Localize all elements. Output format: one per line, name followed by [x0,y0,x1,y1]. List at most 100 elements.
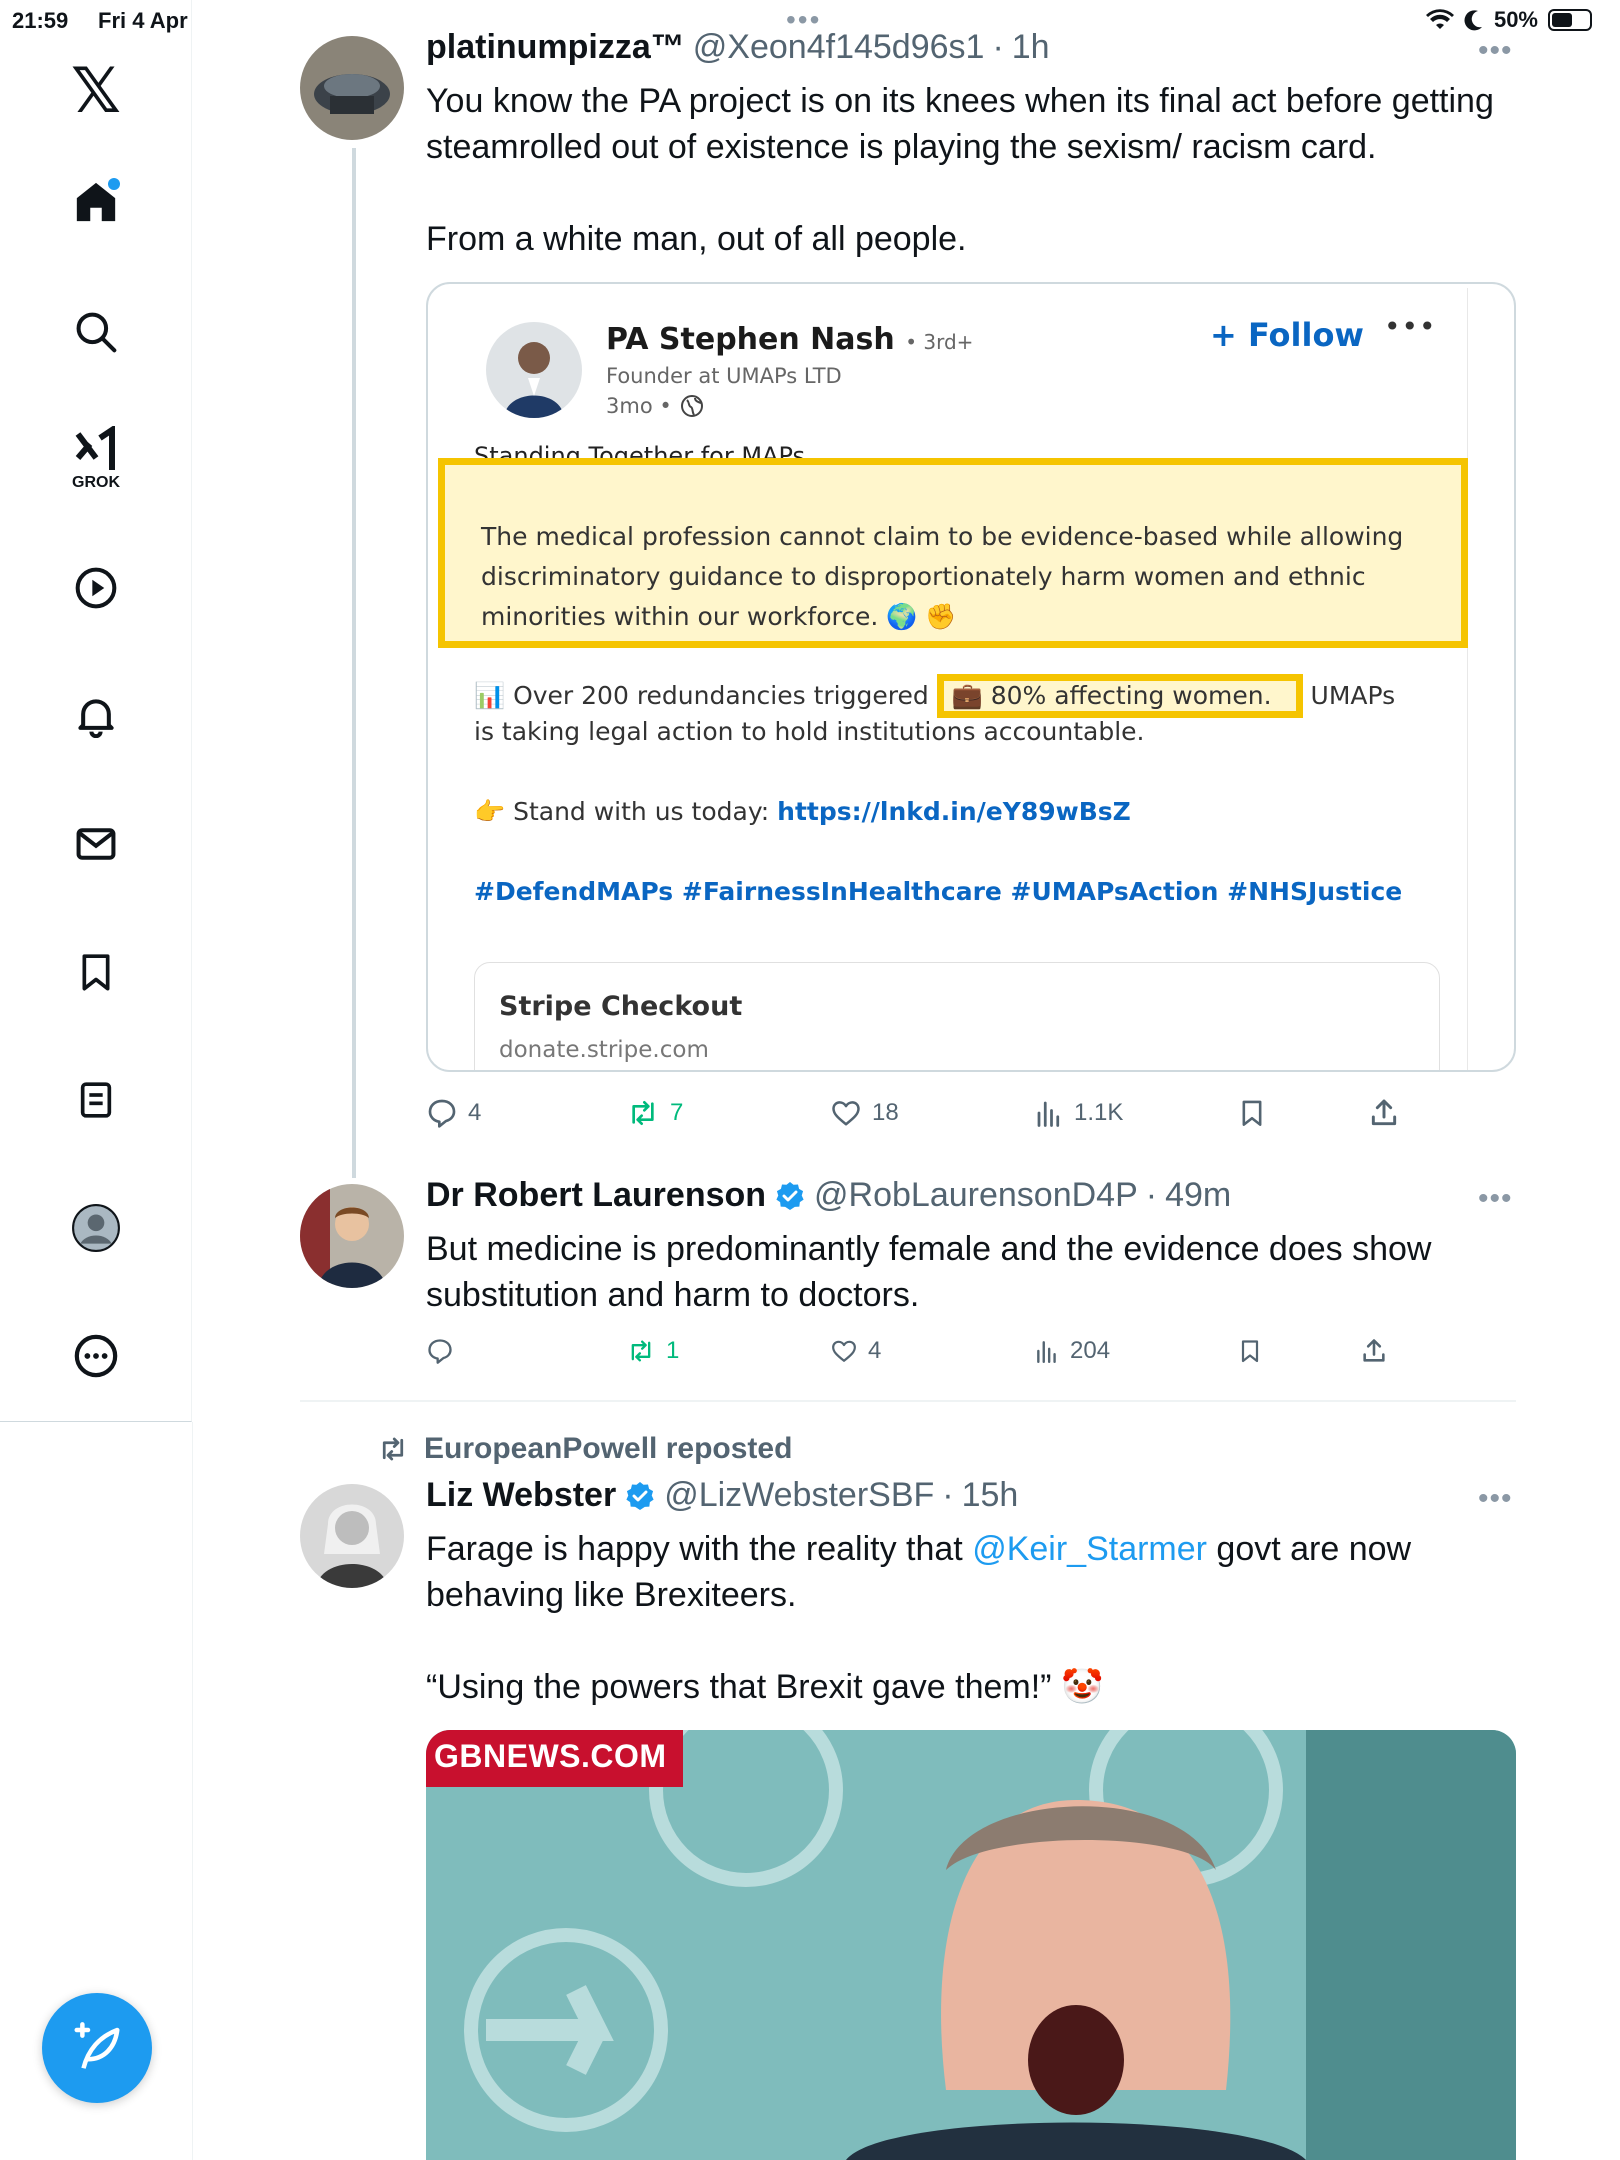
globe-icon [680,395,703,417]
sidebar-item-bookmarks[interactable] [66,942,126,1002]
reply-icon [428,1099,456,1128]
more-circle-icon [74,1334,118,1378]
views-button[interactable]: 204 [1034,1331,1110,1371]
notification-dot [108,178,120,190]
gbnews-photo [426,1730,1516,2160]
highlighted-text: The medical profession cannot claim to b… [481,522,1404,631]
bookmark-icon [82,954,110,991]
tweet-time[interactable]: 49m [1165,1176,1231,1215]
tweet-media-image[interactable]: GBNEWS.COM [426,1730,1516,2160]
reply-button[interactable] [426,1331,464,1371]
sidebar-item-home[interactable] [66,172,126,232]
like-count: 4 [868,1337,882,1364]
sidebar-item-explore[interactable] [66,302,126,362]
display-name[interactable]: Liz Webster [426,1476,616,1515]
tweet-text-line: You know the PA project is on its knees … [426,82,1494,120]
moon-icon [1464,10,1482,31]
sidebar-item-lists[interactable] [66,1070,126,1130]
grok-icon [75,426,115,470]
sidebar-border [192,1422,193,2160]
tweet-time[interactable]: 1h [1012,28,1050,67]
linkedin-more-icon: ••• [1384,310,1437,343]
bookmark-button[interactable] [1238,1093,1266,1133]
tweet-media-image[interactable]: PA Stephen Nash • 3rd+ Founder at UMAPs … [426,282,1516,1072]
handle[interactable]: @LizWebsterSBF [664,1476,934,1515]
heart-icon [832,1101,860,1126]
bell-icon [78,699,114,738]
stripe-link-preview: Stripe Checkout donate.stripe.com [474,962,1440,1070]
tweet-text: But medicine is predominantly female and… [426,1226,1516,1318]
linkedin-post-time: 3mo • [606,394,704,418]
like-button[interactable]: 18 [830,1093,899,1133]
more-options-icon[interactable]: ••• [1478,34,1513,68]
sidebar-item-notifications[interactable] [66,686,126,746]
linkedin-stand-line: 👉 Stand with us today: https://lnkd.in/e… [474,797,1131,826]
sidebar-item-grok[interactable]: GROK [66,420,126,491]
display-name[interactable]: Dr Robert Laurenson [426,1176,766,1215]
verified-badge-icon [776,1181,804,1210]
more-options-icon[interactable]: ••• [1478,1482,1513,1516]
sidebar-item-video[interactable] [66,558,126,618]
tweet-actions: 4 7 18 1.1K [426,1093,1436,1133]
linkedin-body-line: is taking legal action to hold instituti… [474,717,1145,746]
sidebar-item-messages[interactable] [66,814,126,874]
handle[interactable]: @Xeon4f145d96s1 [693,28,985,67]
linkedin-degree: • 3rd+ [905,330,974,354]
like-button[interactable]: 4 [830,1331,881,1371]
linkedin-avatar [486,322,582,418]
avatar[interactable] [300,1484,404,1588]
repost-icon [632,1101,654,1125]
share-button[interactable] [1360,1331,1388,1371]
gbnews-tag: GBNEWS.COM [426,1730,683,1787]
compose-post-button[interactable] [42,1993,152,2103]
repost-icon [382,1437,404,1461]
mention-link[interactable]: @Keir_Starmer [972,1530,1207,1568]
share-button[interactable] [1368,1093,1400,1133]
repost-button[interactable]: 1 [626,1331,679,1371]
tweet-text-line: Farage is happy with the reality that @K… [426,1530,1412,1568]
tweet-text-line: substitution and harm to doctors. [426,1276,920,1314]
repost-button[interactable]: 7 [626,1093,683,1133]
heart-icon [832,1340,856,1362]
tweet-time[interactable]: 15h [962,1476,1019,1515]
tweet-text-line: “Using the powers that Brexit gave them!… [426,1668,1104,1706]
tweet-header: Dr Robert Laurenson @RobLaurensonD4P · 4… [426,1176,1232,1215]
wifi-icon [1425,9,1454,30]
grok-label: GROK [72,474,120,491]
tweet-header: Liz Webster @LizWebsterSBF · 15h [426,1476,1019,1515]
linkedin-hashtags: #DefendMAPs #FairnessInHealthcare #UMAPs… [474,877,1403,906]
views-button[interactable]: 1.1K [1034,1093,1123,1133]
display-name[interactable]: platinumpizza™ [426,28,685,67]
tweet-actions: 1 4 204 [426,1331,1436,1371]
repost-count: 1 [666,1337,680,1364]
repost-icon [631,1340,651,1362]
tweet-text-line: But medicine is predominantly female and… [426,1230,1432,1268]
stripe-title: Stripe Checkout [499,991,743,1022]
handle[interactable]: @RobLaurensonD4P [814,1176,1138,1215]
linkedin-link: https://lnkd.in/eY89wBsZ [777,797,1131,826]
tweet-text-line: steamrolled out of existence is playing … [426,128,1377,166]
repost-count: 7 [670,1099,684,1126]
sidebar-item-more[interactable] [66,1326,126,1386]
linkedin-follow-label: + Follow [1210,316,1364,354]
battery-icon [1548,9,1592,31]
avatar[interactable] [300,36,404,140]
verified-badge-icon [626,1481,654,1510]
reposted-by[interactable]: EuropeanPowell reposted [376,1432,792,1466]
reply-count: 4 [468,1099,482,1126]
bookmark-button[interactable] [1238,1331,1262,1371]
more-options-icon[interactable]: ••• [1478,1182,1513,1216]
x-logo-icon[interactable]: 𝕏 [66,54,126,127]
thread-line [352,148,356,1178]
avatar[interactable] [300,1184,404,1288]
linkedin-author-name: PA Stephen Nash • 3rd+ [606,322,974,357]
highlight-box: The medical profession cannot claim to b… [438,458,1468,648]
profile-avatar-icon [72,1204,120,1252]
share-icon [1371,1099,1397,1126]
status-indicators: 50% [1425,7,1592,33]
reply-button[interactable]: 4 [426,1093,481,1133]
sidebar-item-profile[interactable] [66,1198,126,1258]
feed-divider [300,1400,1516,1402]
view-count: 204 [1070,1337,1111,1364]
compose-feather-icon [74,2022,120,2069]
